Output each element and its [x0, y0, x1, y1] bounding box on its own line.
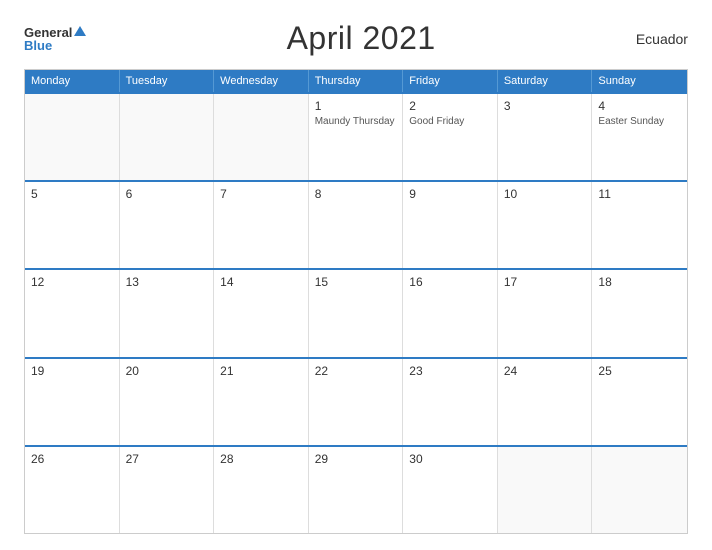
table-row: 1 Maundy Thursday	[309, 94, 404, 180]
col-tuesday: Tuesday	[120, 70, 215, 92]
table-row: 6	[120, 182, 215, 268]
day-number: 5	[31, 187, 113, 201]
calendar-week-2: 56789 10 11	[25, 180, 687, 268]
table-row: 11	[592, 182, 687, 268]
col-thursday: Thursday	[309, 70, 404, 92]
table-row: 2 Good Friday	[403, 94, 498, 180]
calendar-week-3: 12 13 14 15 16 17 18	[25, 268, 687, 356]
day-number: 21	[220, 364, 302, 378]
col-saturday: Saturday	[498, 70, 593, 92]
table-row	[592, 447, 687, 533]
table-row: 29	[309, 447, 404, 533]
day-number: 24	[504, 364, 586, 378]
table-row: 7	[214, 182, 309, 268]
day-number: 3	[504, 99, 586, 113]
calendar-title: April 2021	[287, 20, 436, 57]
table-row	[120, 94, 215, 180]
day-number: 25	[598, 364, 681, 378]
table-row: 14	[214, 270, 309, 356]
table-row: 8	[309, 182, 404, 268]
day-number: 14	[220, 275, 302, 289]
day-number: 19	[31, 364, 113, 378]
table-row: 30	[403, 447, 498, 533]
calendar-week-5: 26 27 28 29 30	[25, 445, 687, 533]
table-row: 5	[25, 182, 120, 268]
calendar-week-4: 19 20 21 22 23 24 25	[25, 357, 687, 445]
col-wednesday: Wednesday	[214, 70, 309, 92]
day-number: 22	[315, 364, 397, 378]
calendar-body: 1 Maundy Thursday 2 Good Friday 34 Easter Sun…	[25, 92, 687, 533]
day-number: 2	[409, 99, 491, 113]
table-row: 25	[592, 359, 687, 445]
day-number: 4	[598, 99, 681, 113]
day-number: 30	[409, 452, 491, 466]
table-row: 15	[309, 270, 404, 356]
table-row: 27	[120, 447, 215, 533]
table-row: 23	[403, 359, 498, 445]
day-number: 12	[31, 275, 113, 289]
day-number: 13	[126, 275, 208, 289]
day-number: 10	[504, 187, 586, 201]
day-number: 11	[598, 187, 681, 201]
day-number: 20	[126, 364, 208, 378]
table-row: 13	[120, 270, 215, 356]
table-row: 12	[25, 270, 120, 356]
table-row: 18	[592, 270, 687, 356]
calendar-week-1: 1 Maundy Thursday 2 Good Friday 34 Easter Sun…	[25, 92, 687, 180]
table-row: 24	[498, 359, 593, 445]
day-number: 29	[315, 452, 397, 466]
col-monday: Monday	[25, 70, 120, 92]
table-row: 20	[120, 359, 215, 445]
logo-general-text: General	[24, 26, 72, 39]
day-number: 26	[31, 452, 113, 466]
calendar: Monday Tuesday Wednesday Thursday Friday…	[24, 69, 688, 534]
table-row: 17	[498, 270, 593, 356]
table-row	[214, 94, 309, 180]
logo-triangle-icon	[74, 26, 86, 36]
day-event: Easter Sunday	[598, 115, 681, 128]
table-row: 22	[309, 359, 404, 445]
day-number: 23	[409, 364, 491, 378]
table-row: 9	[403, 182, 498, 268]
day-event: Maundy Thursday	[315, 115, 397, 128]
table-row: 4 Easter Sunday	[592, 94, 687, 180]
day-number: 1	[315, 99, 397, 113]
table-row: 21	[214, 359, 309, 445]
table-row	[498, 447, 593, 533]
calendar-header: Monday Tuesday Wednesday Thursday Friday…	[25, 70, 687, 92]
table-row	[25, 94, 120, 180]
col-sunday: Sunday	[592, 70, 687, 92]
logo-blue-text: Blue	[24, 39, 52, 52]
table-row: 16	[403, 270, 498, 356]
page: General Blue April 2021 Ecuador Monday T…	[0, 0, 712, 550]
country-label: Ecuador	[636, 31, 688, 47]
day-number: 7	[220, 187, 302, 201]
day-number: 28	[220, 452, 302, 466]
day-number: 6	[126, 187, 208, 201]
header: General Blue April 2021 Ecuador	[24, 20, 688, 57]
day-number: 27	[126, 452, 208, 466]
logo: General Blue	[24, 26, 86, 52]
table-row: 10	[498, 182, 593, 268]
day-event: Good Friday	[409, 115, 491, 128]
table-row: 3	[498, 94, 593, 180]
day-number: 17	[504, 275, 586, 289]
day-number: 15	[315, 275, 397, 289]
day-number: 18	[598, 275, 681, 289]
table-row: 28	[214, 447, 309, 533]
day-number: 8	[315, 187, 397, 201]
col-friday: Friday	[403, 70, 498, 92]
day-number: 9	[409, 187, 491, 201]
table-row: 19	[25, 359, 120, 445]
day-number: 16	[409, 275, 491, 289]
table-row: 26	[25, 447, 120, 533]
